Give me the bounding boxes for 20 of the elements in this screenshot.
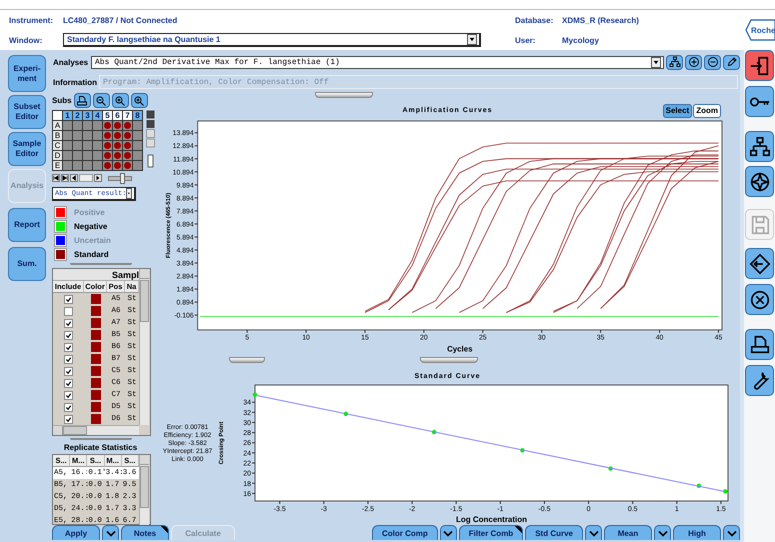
legend-label: Negative — [74, 222, 108, 230]
axis-title: Cycles — [447, 344, 473, 354]
field-value: LC480_27887 / Not Connected — [63, 16, 178, 24]
field-label: Database: — [515, 16, 554, 24]
field-value: XDMS_R (Research) — [562, 16, 640, 24]
table-title: Sampl — [53, 269, 139, 281]
field-label: User: — [515, 36, 536, 44]
legend-label: Uncertain — [74, 236, 111, 244]
field-label: Instrument: — [9, 16, 54, 24]
legend-label: Standard — [74, 250, 109, 258]
table-title: Replicate Statistics — [62, 443, 138, 452]
axis-title: Log Concentration — [456, 515, 528, 524]
field-label: Subs — [52, 96, 72, 105]
field-label: Window: — [9, 36, 44, 44]
field-value: Mycology — [562, 36, 600, 44]
field-label: Analyses — [52, 58, 89, 66]
legend-label: Positive — [74, 208, 105, 216]
field-label: Information — [52, 78, 97, 86]
logo: Roche — [745, 17, 775, 43]
information-field: Program: Amplification, Color Compensation: Off — [99, 75, 738, 89]
